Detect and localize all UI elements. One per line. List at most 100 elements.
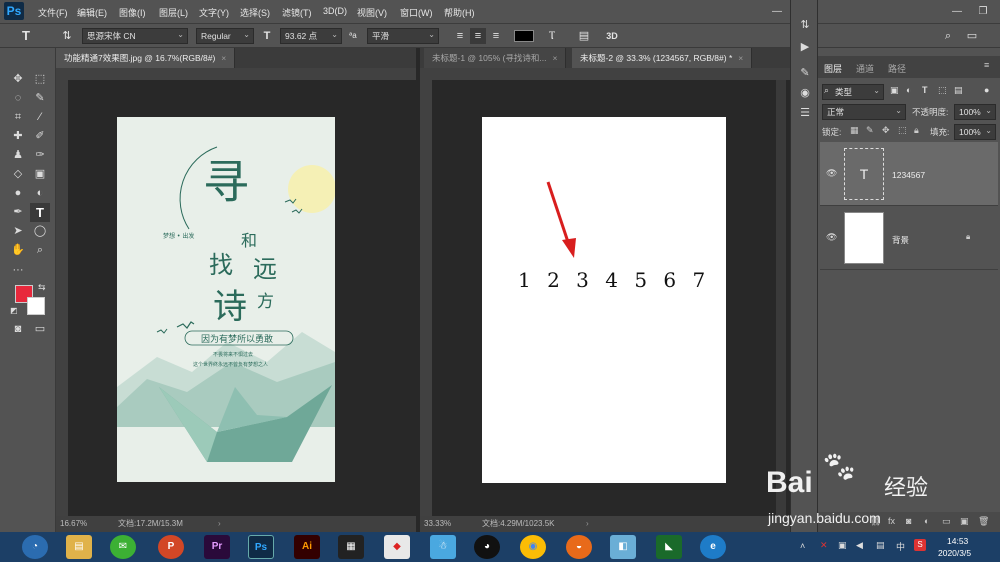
app-icon[interactable]: ☃ [430, 535, 456, 559]
more-tools-icon[interactable]: ··· [8, 261, 28, 280]
menu-window[interactable]: 窗口(W) [400, 6, 433, 19]
document-canvas[interactable] [482, 117, 726, 483]
filter-shape-icon[interactable]: ⬚ [938, 85, 947, 96]
menu-edit[interactable]: 编辑(E) [77, 6, 107, 19]
app-icon[interactable]: ◆ [384, 535, 410, 559]
tab-document-2[interactable]: 未标题-2 @ 33.3% (1234567, RGB/8#) * × [572, 48, 753, 68]
font-style-select[interactable]: Regular [196, 28, 254, 44]
brush-tool-icon[interactable]: ✐ [30, 127, 50, 146]
type-tool-icon[interactable]: T [30, 203, 50, 222]
blend-mode-select[interactable]: 正常 [822, 104, 906, 120]
marquee-tool-icon[interactable]: ⬚ [30, 70, 50, 89]
app-icon[interactable]: ◧ [610, 535, 636, 559]
crop-tool-icon[interactable]: ⌗ [8, 108, 28, 127]
tab-paths[interactable]: 路径 [888, 62, 906, 75]
orientation-icon[interactable]: ⇅ [59, 28, 75, 44]
opacity-input[interactable]: 100% [954, 104, 996, 120]
align-center-icon[interactable]: ≡ [470, 28, 486, 44]
default-colors-icon[interactable]: ◩ [10, 306, 18, 315]
zoom-tool-icon[interactable]: ⌕ [30, 241, 50, 260]
scrollbar-vertical[interactable] [776, 80, 786, 516]
visibility-eye-icon[interactable]: 👁︎ [826, 232, 837, 243]
history-brush-icon[interactable]: ✑ [30, 146, 50, 165]
layer-row-background[interactable]: 👁︎ 背景 🔒︎ [820, 206, 998, 270]
network-icon[interactable]: ▣ [838, 540, 847, 551]
align-right-icon[interactable]: ≡ [488, 28, 504, 44]
workspace-icon[interactable]: ▭ [964, 28, 980, 44]
screen-mode-icon[interactable]: ▭ [30, 320, 50, 339]
menu-help[interactable]: 帮助(H) [444, 6, 475, 19]
antialias-select[interactable]: 平滑 [367, 28, 439, 44]
status-arrow-icon[interactable]: › [218, 516, 221, 532]
menu-view[interactable]: 视图(V) [357, 6, 387, 19]
menu-3d[interactable]: 3D(D) [323, 6, 347, 16]
chrome-icon[interactable]: ◉ [520, 535, 546, 559]
align-left-icon[interactable]: ≡ [452, 28, 468, 44]
visibility-eye-icon[interactable]: 👁︎ [826, 168, 837, 179]
canvas-text-layer[interactable]: 1 2 3 4 5 6 7 [518, 268, 710, 292]
powerpoint-icon[interactable]: P [158, 535, 184, 559]
close-icon[interactable]: × [552, 53, 557, 63]
file-explorer-icon[interactable]: ▤ [66, 535, 92, 559]
lock-artboard-icon[interactable]: ⬚ [898, 125, 907, 136]
lasso-tool-icon[interactable]: ◌ [8, 89, 28, 108]
pen-tool-icon[interactable]: ✒ [8, 203, 28, 222]
qq-icon[interactable]: ◕ [474, 535, 500, 559]
menu-layer[interactable]: 图层(L) [159, 6, 188, 19]
close-icon[interactable]: × [221, 53, 226, 63]
menu-select[interactable]: 选择(S) [240, 6, 270, 19]
clock-time[interactable]: 14:53 [947, 536, 968, 546]
text-color-swatch[interactable] [514, 30, 534, 42]
stamp-tool-icon[interactable]: ♟ [8, 146, 28, 165]
history-panel-icon[interactable]: ⇅ [795, 16, 815, 35]
brush-panel-icon[interactable]: ✎ [795, 64, 815, 83]
actions-play-icon[interactable]: ▶ [795, 38, 815, 57]
adjustments-icon[interactable]: ◉ [795, 84, 815, 103]
tab-document-poster[interactable]: 功能精通7效果图.jpg @ 16.7%(RGB/8#) × [56, 48, 236, 68]
filter-adjust-icon[interactable]: ◐ [906, 85, 911, 95]
restore-icon[interactable]: ❐ [972, 2, 994, 22]
gradient-tool-icon[interactable]: ▣ [30, 165, 50, 184]
menu-image[interactable]: 图像(I) [119, 6, 146, 19]
minimize-icon[interactable]: — [766, 2, 788, 22]
lock-image-icon[interactable]: ✎ [866, 125, 874, 136]
lock-position-icon[interactable]: ✥ [882, 125, 890, 136]
font-family-select[interactable]: 思源宋体 CN [82, 28, 188, 44]
swap-colors-icon[interactable]: ⇆ [38, 282, 46, 293]
panel-menu-icon[interactable]: ≡ [984, 60, 989, 70]
status-arrow-icon[interactable]: › [586, 516, 589, 532]
menu-filter[interactable]: 滤镜(T) [282, 6, 312, 19]
volume-icon[interactable]: ◀ [856, 540, 863, 551]
search-icon[interactable]: ⌕ [940, 28, 956, 44]
move-tool-icon[interactable]: ✥ [8, 70, 28, 89]
browser-icon[interactable]: ◔ [22, 535, 48, 559]
premiere-icon[interactable]: Pr [204, 535, 230, 559]
eyedropper-icon[interactable]: ⁄ [30, 108, 50, 127]
ie-icon[interactable]: e [700, 535, 726, 559]
tray-icon[interactable]: ✕ [820, 540, 828, 551]
app-icon[interactable]: ◣ [656, 535, 682, 559]
photoshop-taskbar-icon[interactable]: Ps [248, 535, 274, 559]
filter-toggle-icon[interactable]: ● [984, 85, 989, 95]
ime-icon[interactable]: 中 [896, 540, 905, 553]
quick-select-icon[interactable]: ✎ [30, 89, 50, 108]
healing-brush-icon[interactable]: ✚ [8, 127, 28, 146]
dodge-tool-icon[interactable]: ◐ [30, 184, 50, 203]
layer-filter-select[interactable]: 类型 [822, 84, 884, 100]
background-color-swatch[interactable] [27, 297, 45, 315]
menu-type[interactable]: 文字(Y) [199, 6, 229, 19]
zoom-level[interactable]: 33.33% [424, 516, 451, 532]
filter-pixel-icon[interactable]: ▣ [890, 85, 899, 96]
menu-file[interactable]: 文件(F) [38, 6, 68, 19]
character-panel-icon[interactable]: ▤ [576, 28, 592, 44]
fill-input[interactable]: 100% [954, 124, 996, 140]
lock-transparent-icon[interactable]: ▦ [850, 125, 859, 136]
sogou-icon[interactable]: S [914, 539, 926, 551]
delete-layer-icon[interactable]: 🗑︎ [978, 516, 989, 527]
quick-mask-icon[interactable]: ◙ [8, 320, 28, 339]
ellipse-tool-icon[interactable]: ◯ [30, 222, 50, 241]
tray-expand-icon[interactable]: ˄ [800, 541, 805, 551]
warp-text-icon[interactable]: Ⲧ [544, 28, 560, 44]
filter-type-icon[interactable]: T [922, 85, 928, 95]
lock-all-icon[interactable]: 🔒︎ [914, 125, 919, 136]
